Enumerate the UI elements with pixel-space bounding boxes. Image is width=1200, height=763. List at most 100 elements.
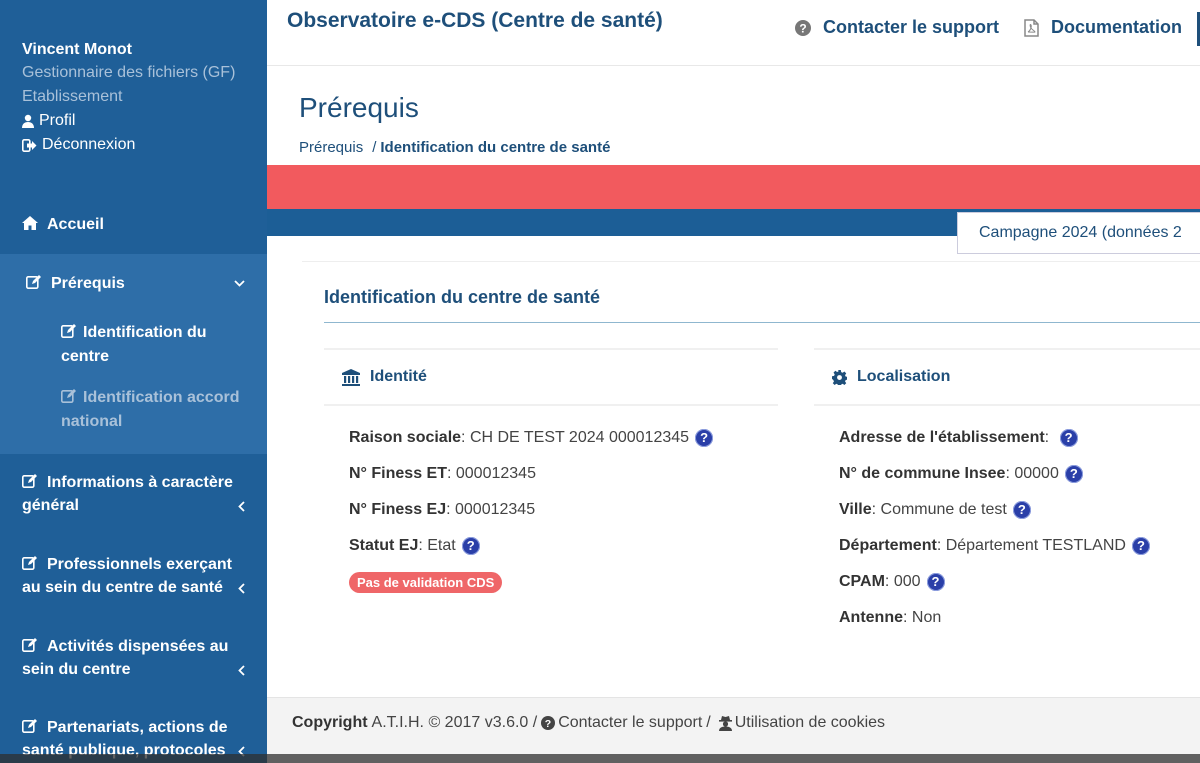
sidebar-item-prerequis[interactable]: Prérequis bbox=[0, 272, 267, 295]
question-circle-icon: ? bbox=[795, 19, 811, 36]
edit-icon bbox=[22, 474, 37, 488]
field-key: Raison sociale bbox=[349, 429, 462, 446]
sidebar-subitem-identification-accord[interactable]: Identification accord national bbox=[61, 386, 251, 434]
field-key: Antenne bbox=[839, 609, 903, 626]
chevron-left-icon bbox=[238, 583, 245, 594]
field-departement: Département: Département TESTLAND? bbox=[839, 537, 1150, 555]
field-value: Commune de test bbox=[880, 501, 1007, 518]
footer-support-label: Contacter le support bbox=[558, 714, 703, 731]
question-circle-icon: ? bbox=[541, 716, 556, 730]
sidebar-item-label: Activités dispensées au sein du centre bbox=[22, 638, 229, 678]
localisation-title: Localisation bbox=[857, 368, 951, 385]
field-value: 00000 bbox=[1014, 465, 1059, 482]
status-badge: Pas de validation CDS bbox=[349, 572, 503, 593]
chevron-left-icon bbox=[238, 665, 245, 676]
top-header: Observatoire e-CDS (Centre de santé) ? C… bbox=[267, 0, 1200, 66]
panel-divider bbox=[302, 261, 1200, 262]
help-icon[interactable]: ? bbox=[461, 537, 480, 555]
user-secret-icon bbox=[718, 715, 732, 731]
sidebar-subitem-label: Identification accord national bbox=[61, 389, 240, 430]
edit-icon bbox=[26, 275, 41, 289]
chevron-down-icon bbox=[234, 280, 245, 287]
edit-icon bbox=[61, 324, 76, 338]
field-key: Adresse de l'établissement bbox=[839, 429, 1045, 446]
sidebar-item-label: Partenariats, actions de santé publique,… bbox=[22, 719, 228, 759]
breadcrumb-separator: / bbox=[372, 139, 377, 156]
section-title: Identification du centre de santé bbox=[324, 287, 601, 307]
profile-link[interactable]: Profil bbox=[22, 109, 252, 133]
field-key: CPAM bbox=[839, 573, 885, 590]
sidebar-item-accueil[interactable]: Accueil bbox=[0, 213, 267, 236]
field-value: 000 bbox=[893, 573, 921, 590]
field-key: N° Finess EJ bbox=[349, 501, 447, 518]
edit-icon bbox=[22, 719, 37, 733]
footer-support-link[interactable]: ? Contacter le support bbox=[537, 714, 702, 732]
logout-label: Déconnexion bbox=[42, 136, 136, 153]
breadcrumb-current: Identification du centre de santé bbox=[380, 139, 611, 156]
field-value: CH DE TEST 2024 000012345 bbox=[469, 429, 690, 446]
user-role: Gestionnaire des fichiers (GF) Etablisse… bbox=[22, 64, 236, 105]
gear-icon bbox=[832, 369, 847, 385]
copyright-text: A.T.I.H. © 2017 v3.6.0 / bbox=[371, 714, 538, 731]
footer-text: Copyright A.T.I.H. © 2017 v3.6.0 / ? Con… bbox=[292, 714, 885, 732]
sidebar-item-label: Informations à caractère général bbox=[22, 474, 233, 514]
sidebar-item-activites[interactable]: Activités dispensées au sein du centre bbox=[0, 635, 267, 681]
svg-text:?: ? bbox=[799, 21, 806, 35]
edit-icon bbox=[22, 556, 37, 570]
screen-bottom-edge bbox=[0, 754, 1200, 763]
help-icon[interactable]: ? bbox=[1012, 501, 1031, 519]
sidebar: Vincent Monot Gestionnaire des fichiers … bbox=[0, 0, 267, 763]
copyright-label: Copyright bbox=[292, 714, 368, 731]
field-value: 000012345 bbox=[455, 465, 536, 482]
field-value: 000012345 bbox=[455, 501, 536, 518]
field-finess-ej: N° Finess EJ: 000012345 bbox=[349, 501, 536, 518]
field-key: Statut EJ bbox=[349, 537, 419, 554]
field-value: Non bbox=[911, 609, 942, 626]
alert-band bbox=[267, 165, 1200, 209]
help-icon[interactable]: ? bbox=[1064, 465, 1083, 483]
pdf-file-icon bbox=[1024, 18, 1039, 37]
sidebar-item-label: Accueil bbox=[47, 216, 104, 233]
breadcrumb-parent[interactable]: Prérequis bbox=[299, 139, 363, 156]
identite-card-header: Identité bbox=[324, 348, 778, 406]
help-icon[interactable]: ? bbox=[1131, 537, 1150, 555]
edit-icon bbox=[61, 389, 76, 403]
app-title: Observatoire e-CDS (Centre de santé) bbox=[287, 9, 663, 32]
field-ville: Ville: Commune de test? bbox=[839, 501, 1031, 519]
sidebar-item-professionnels[interactable]: Professionnels exerçant au sein du centr… bbox=[0, 553, 267, 599]
help-icon[interactable]: ? bbox=[695, 429, 714, 447]
documentation-label: Documentation bbox=[1051, 17, 1183, 37]
logout-link[interactable]: Déconnexion bbox=[22, 133, 252, 157]
page-title: Prérequis bbox=[299, 92, 419, 123]
user-name: Vincent Monot bbox=[22, 41, 132, 58]
field-raison-sociale: Raison sociale: CH DE TEST 2024 00001234… bbox=[349, 429, 714, 447]
sign-out-icon bbox=[22, 138, 37, 152]
sidebar-item-informations[interactable]: Informations à caractère général bbox=[0, 471, 267, 517]
edit-icon bbox=[22, 638, 37, 652]
footer-cookies-link[interactable]: Utilisation de cookies bbox=[715, 714, 885, 732]
institution-icon bbox=[342, 368, 360, 386]
footer-cookies-label: Utilisation de cookies bbox=[734, 714, 886, 731]
localisation-card-header: Localisation bbox=[814, 348, 1200, 406]
localisation-card: Localisation bbox=[814, 348, 1200, 648]
documentation-link[interactable]: Documentation bbox=[1024, 17, 1182, 38]
identite-card: Identité bbox=[324, 348, 778, 648]
support-label: Contacter le support bbox=[823, 17, 1000, 37]
field-finess-et: N° Finess ET: 000012345 bbox=[349, 465, 536, 482]
field-antenne: Antenne: Non bbox=[839, 609, 942, 626]
sidebar-subitem-identification-centre[interactable]: Identification du centre bbox=[61, 321, 251, 369]
chevron-left-icon bbox=[238, 501, 245, 512]
campaign-selector[interactable]: Campagne 2024 (données 2 bbox=[957, 212, 1200, 254]
breadcrumb: Prérequis / Identification du centre de sa… bbox=[299, 139, 610, 156]
field-commune-insee: N° de commune Insee: 00000? bbox=[839, 465, 1083, 483]
help-icon[interactable]: ? bbox=[1059, 429, 1078, 447]
field-value: Département TESTLAND bbox=[945, 537, 1126, 554]
section-divider bbox=[324, 322, 1200, 323]
field-key: Ville bbox=[839, 501, 872, 518]
field-key: N° de commune Insee bbox=[839, 465, 1006, 482]
home-icon bbox=[22, 216, 38, 230]
support-link[interactable]: ? Contacter le support bbox=[795, 17, 999, 38]
field-value: Etat bbox=[427, 537, 456, 554]
help-icon[interactable]: ? bbox=[926, 573, 945, 591]
field-adresse: Adresse de l'établissement: ? bbox=[839, 429, 1078, 447]
